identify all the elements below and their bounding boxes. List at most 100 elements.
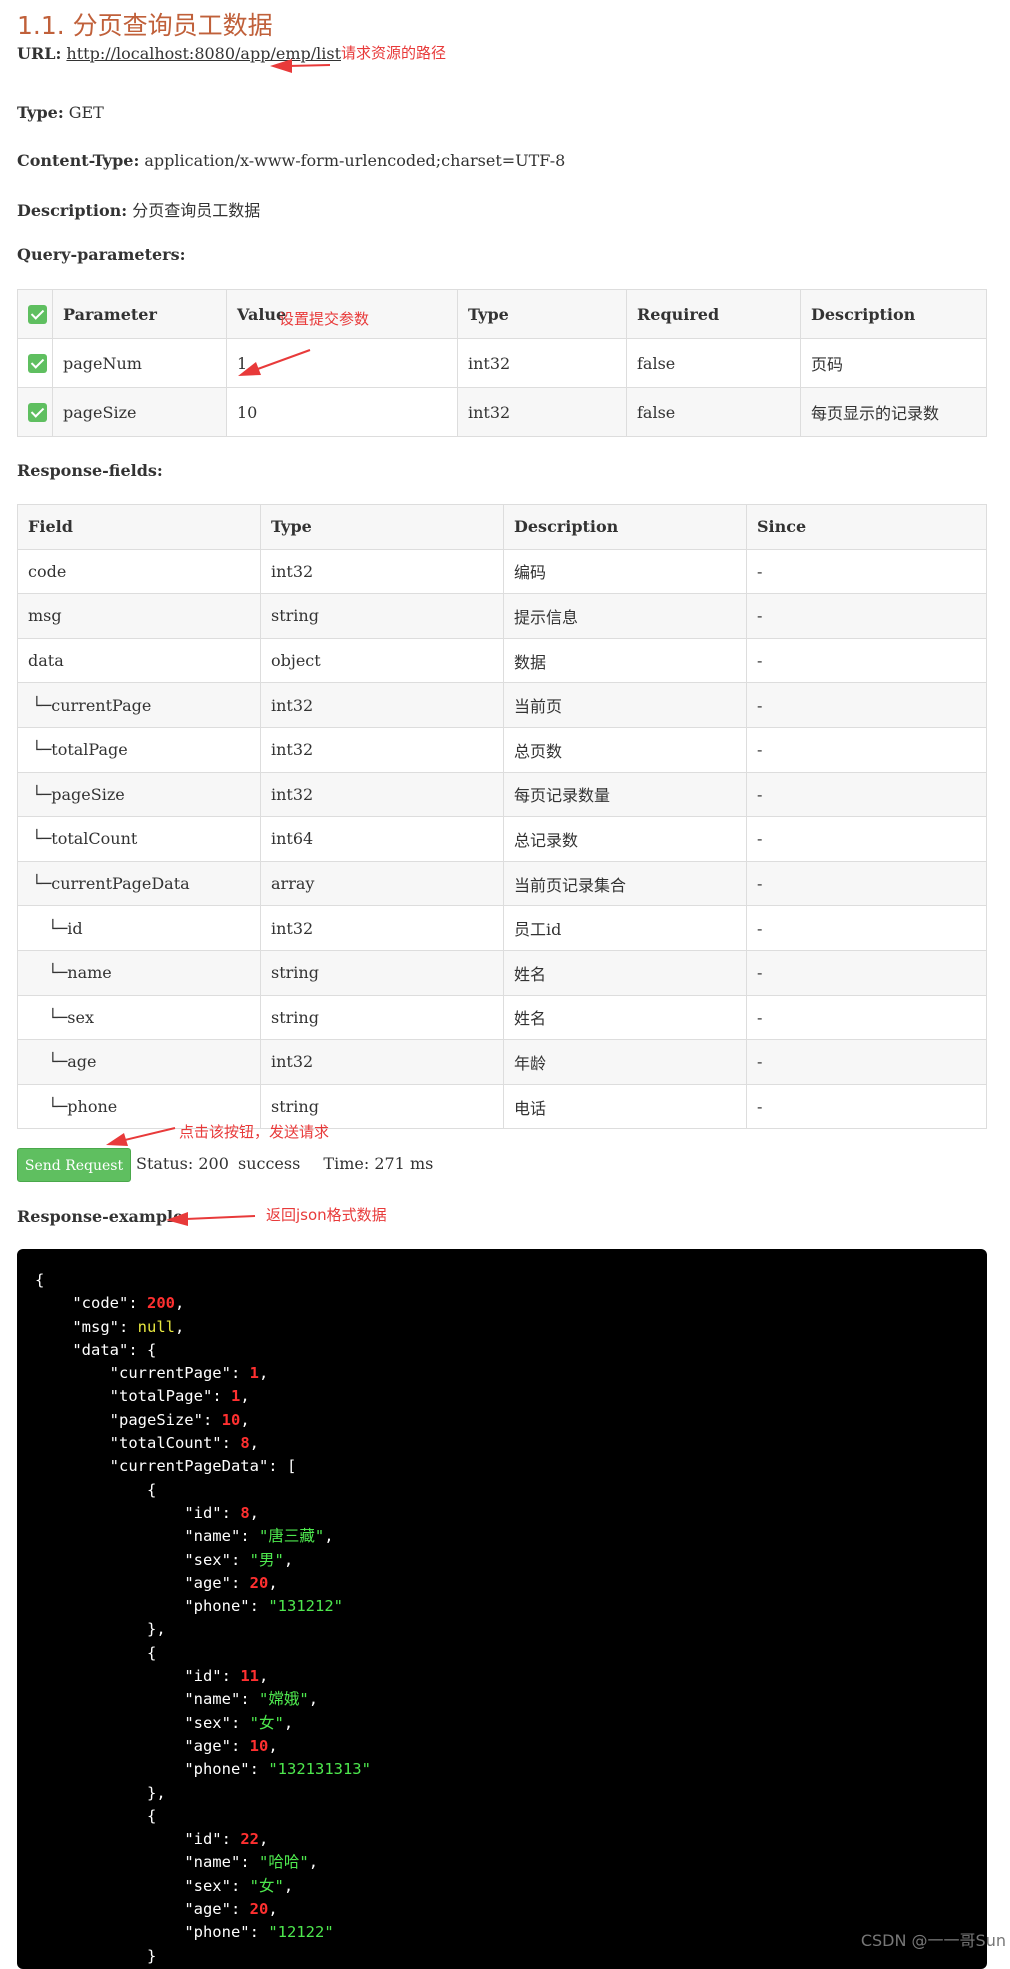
row-checkbox[interactable] xyxy=(28,354,47,373)
json-page-size: 10 xyxy=(221,1410,241,1429)
field-type: int32 xyxy=(260,548,504,595)
field-since: - xyxy=(746,771,987,818)
json-record-sex: 女 xyxy=(259,1876,275,1895)
field-since: - xyxy=(746,994,987,1041)
field-description: 姓名 xyxy=(503,949,747,996)
table-row: data object 数据 - xyxy=(17,637,987,684)
json-record-age: 20 xyxy=(249,1573,269,1592)
type-value: GET xyxy=(68,103,104,122)
send-request-button[interactable]: Send Request xyxy=(17,1148,131,1182)
column-header: Description xyxy=(800,289,987,339)
param-value-input[interactable]: 10 xyxy=(226,387,458,437)
content-type-label: Content-Type: xyxy=(17,151,140,170)
field-description: 员工id xyxy=(503,905,747,951)
column-header: Since xyxy=(746,504,987,550)
field-since: - xyxy=(746,682,987,728)
json-current-page: 1 xyxy=(249,1364,259,1383)
json-code: 200 xyxy=(147,1294,175,1313)
row-checkbox[interactable] xyxy=(28,403,47,422)
description-line: Description: 分页查询员工数据 xyxy=(17,197,260,221)
field-type: int64 xyxy=(260,816,504,862)
field-field: └─currentPageData xyxy=(17,860,261,907)
json-record-phone: 132131313 xyxy=(277,1760,362,1779)
url-label: URL: xyxy=(17,44,62,63)
response-fields-label: Response-fields: xyxy=(17,461,163,480)
field-description: 年龄 xyxy=(503,1039,747,1085)
field-since: - xyxy=(746,637,987,684)
response-json-block: { "code": 200, "msg": null, "data": { "c… xyxy=(17,1249,987,1969)
status-code: Status: 200 xyxy=(136,1154,229,1173)
table-row: └─pageSize int32 每页记录数量 - xyxy=(17,771,987,818)
field-field: └─sex xyxy=(17,994,261,1041)
table-row: pageSize 10 int32 false 每页显示的记录数 xyxy=(17,387,987,437)
field-type: string xyxy=(260,949,504,996)
param-type: int32 xyxy=(457,387,627,437)
json-record-id: 8 xyxy=(240,1503,250,1522)
column-header: Description xyxy=(503,504,747,550)
json-record-sex: 女 xyxy=(259,1713,275,1732)
send-annotation: 点击该按钮，发送请求 xyxy=(179,1123,330,1141)
field-description: 数据 xyxy=(503,637,747,684)
field-since: - xyxy=(746,860,987,907)
url-annotation: 请求资源的路径 xyxy=(341,44,447,62)
column-header: Required xyxy=(626,289,801,339)
url-link[interactable]: http://localhost:8080/app/emp/list xyxy=(66,44,341,63)
field-field: └─age xyxy=(17,1039,261,1085)
table-row: pageNum 1 int32 false 页码 xyxy=(17,338,987,388)
description-label: Description: xyxy=(17,201,128,220)
select-all-cell xyxy=(17,289,53,339)
field-since: - xyxy=(746,816,987,862)
field-type: string xyxy=(260,994,504,1041)
field-type: int32 xyxy=(260,726,504,773)
field-since: - xyxy=(746,548,987,595)
field-field: └─id xyxy=(17,905,261,951)
param-value-input[interactable]: 1 xyxy=(226,338,458,388)
column-header: Parameter xyxy=(52,289,227,339)
json-record-name: 唐三藏 xyxy=(268,1527,315,1546)
field-description: 当前页记录集合 xyxy=(503,860,747,907)
json-record-phone: 131212 xyxy=(277,1597,334,1616)
field-field: msg xyxy=(17,593,261,639)
select-all-checkbox[interactable] xyxy=(28,305,47,324)
json-record-id: 11 xyxy=(240,1667,259,1686)
response-fields-table: Field Type Description Since code int32 编码… xyxy=(17,504,987,1130)
url-line: URL: http://localhost:8080/app/emp/list xyxy=(17,44,341,63)
description-value: 分页查询员工数据 xyxy=(132,201,261,220)
table-row: └─age int32 年龄 - xyxy=(17,1039,987,1085)
query-parameters-label: Query-parameters: xyxy=(17,245,186,264)
column-header: Type xyxy=(260,504,504,550)
response-example-label: Response-example: xyxy=(17,1207,190,1226)
param-type: int32 xyxy=(457,338,627,388)
row-select-cell xyxy=(17,387,53,437)
table-row: └─totalCount int64 总记录数 - xyxy=(17,816,987,862)
column-header: Field xyxy=(17,504,261,550)
json-record-phone: 12122 xyxy=(277,1923,325,1942)
param-required: false xyxy=(626,338,801,388)
query-parameters-table: Parameter Value Type Required Descriptio… xyxy=(17,289,987,437)
table-row: msg string 提示信息 - xyxy=(17,593,987,639)
field-field: └─totalPage xyxy=(17,726,261,773)
json-record-name: 哈哈 xyxy=(268,1853,300,1872)
table-row: └─name string 姓名 - xyxy=(17,949,987,996)
param-annotation: 设置提交参数 xyxy=(279,310,370,328)
param-description: 每页显示的记录数 xyxy=(800,387,987,437)
table-row: └─totalPage int32 总页数 - xyxy=(17,726,987,773)
table-row: code int32 编码 - xyxy=(17,548,987,595)
field-description: 姓名 xyxy=(503,994,747,1041)
field-field: └─totalCount xyxy=(17,816,261,862)
field-type: array xyxy=(260,860,504,907)
response-json: { "code": 200, "msg": null, "data": { "c… xyxy=(35,1271,371,1965)
field-since: - xyxy=(746,1083,987,1130)
table-header-row: Parameter Value Type Required Descriptio… xyxy=(17,289,987,339)
content-type-line: Content-Type: application/x-www-form-urle… xyxy=(17,151,565,170)
json-msg: null xyxy=(137,1317,175,1336)
column-header: Type xyxy=(457,289,627,339)
field-description: 总记录数 xyxy=(503,816,747,862)
field-type: int32 xyxy=(260,905,504,951)
json-total-page: 1 xyxy=(230,1387,241,1406)
response-annotation: 返回json格式数据 xyxy=(266,1206,387,1224)
json-record-id: 22 xyxy=(240,1830,259,1849)
field-since: - xyxy=(746,726,987,773)
table-header-row: Field Type Description Since xyxy=(17,504,987,550)
field-description: 提示信息 xyxy=(503,593,747,639)
